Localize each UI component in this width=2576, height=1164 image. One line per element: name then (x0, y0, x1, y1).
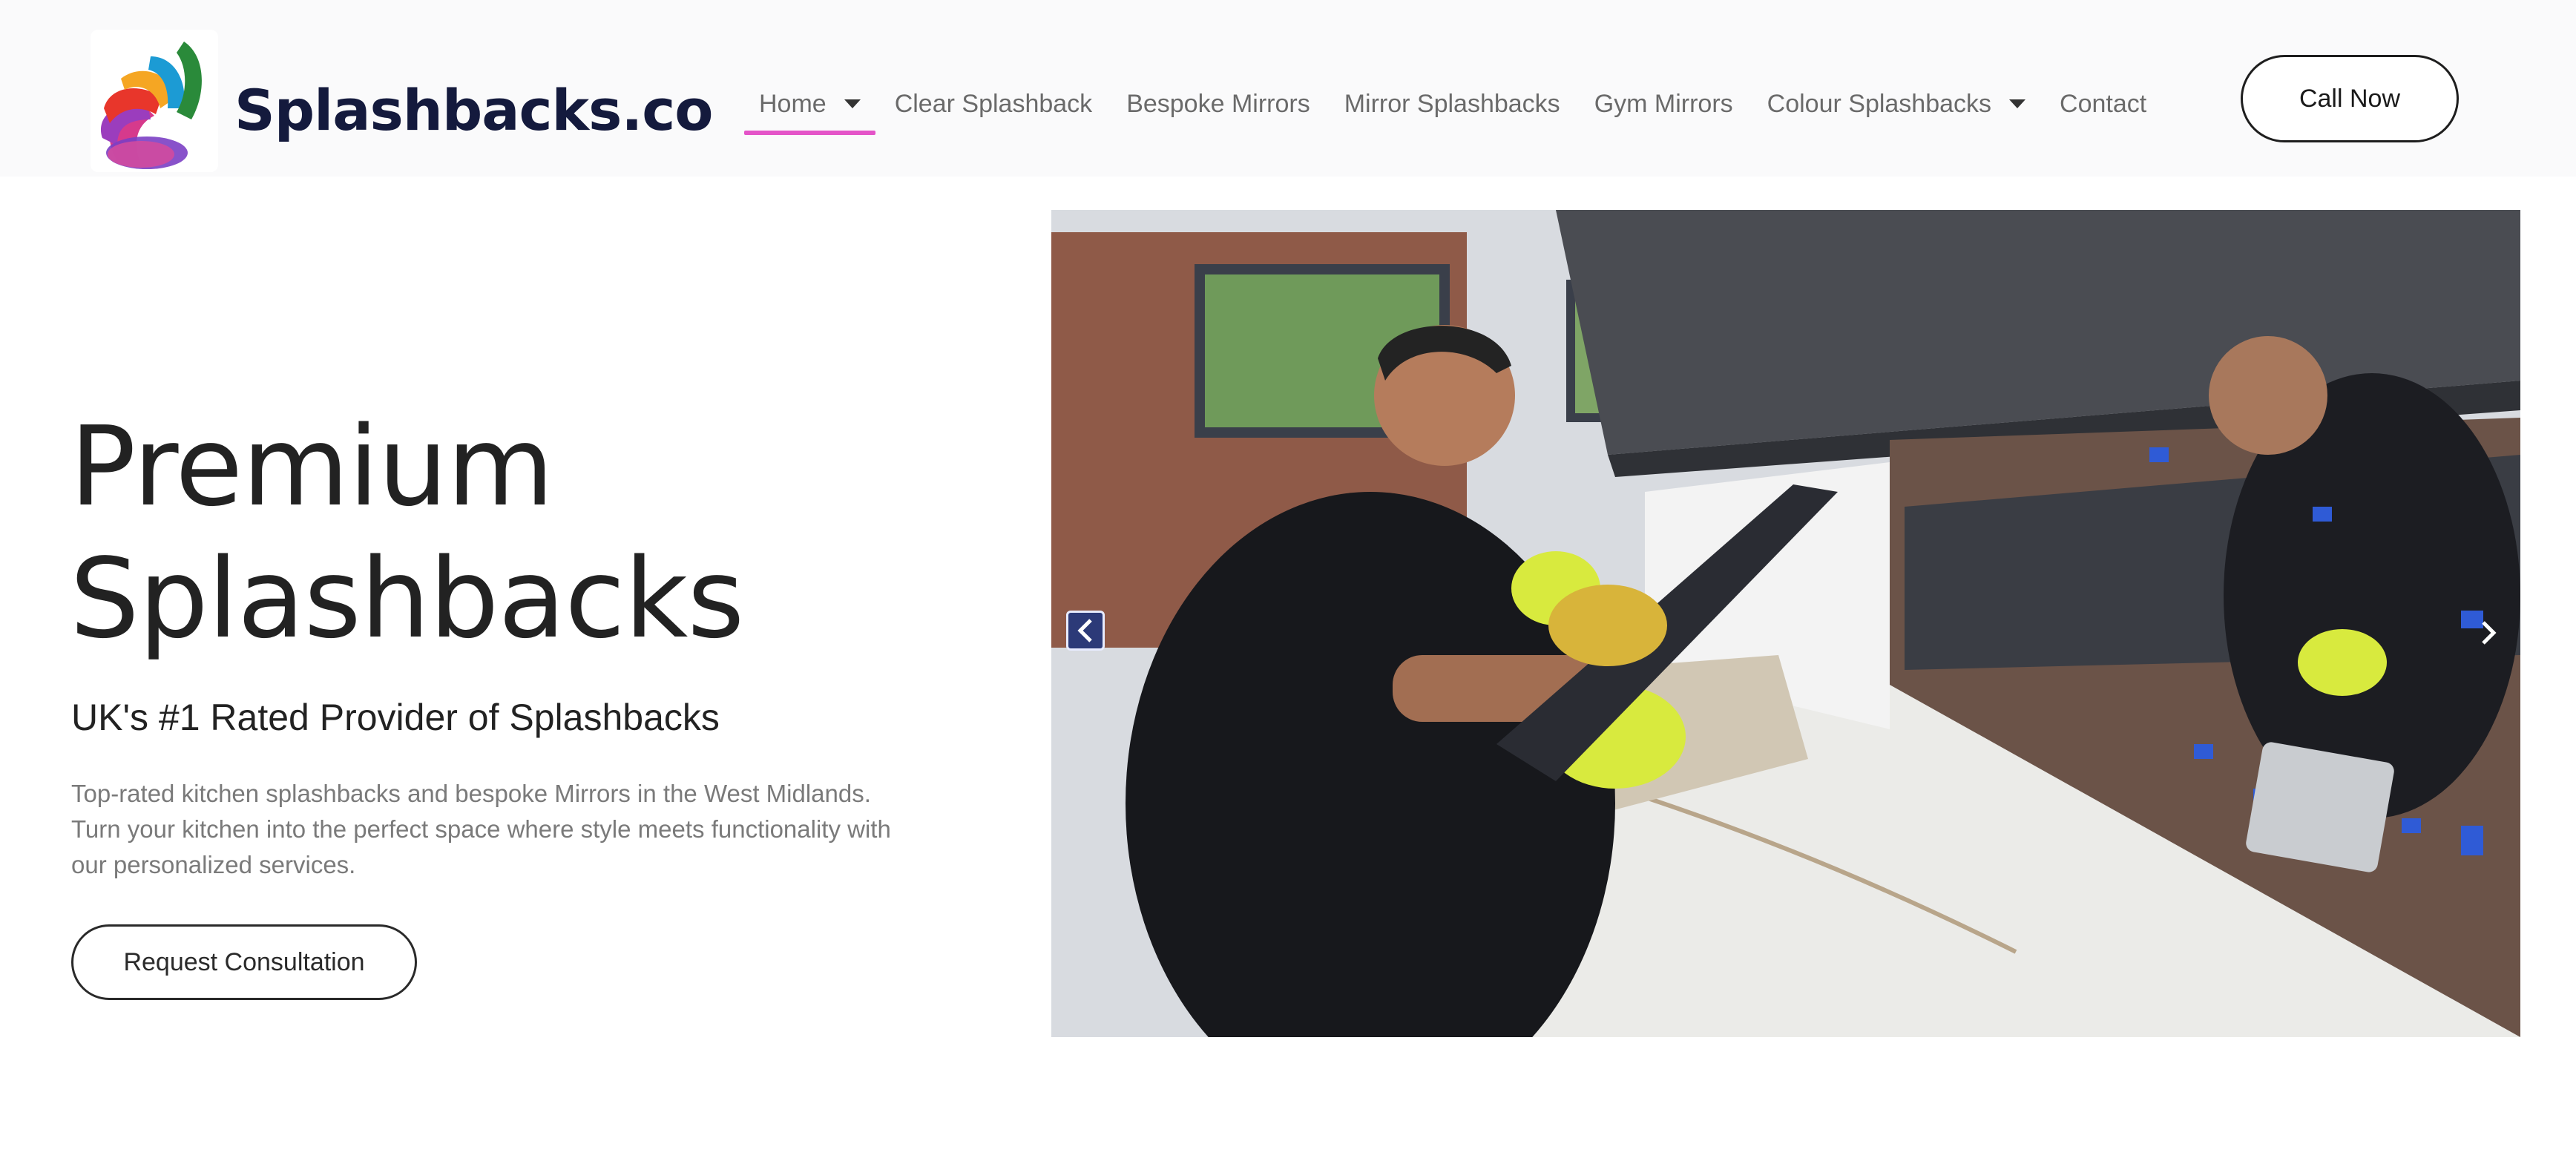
nav-item-mirror-splashbacks[interactable]: Mirror Splashbacks (1344, 74, 1560, 134)
nav-item-label: Gym Mirrors (1594, 89, 1733, 118)
nav-item-gym-mirrors[interactable]: Gym Mirrors (1594, 74, 1733, 134)
hero-title-line-2: Splashbacks (70, 535, 744, 662)
nav-item-label: Contact (2060, 89, 2147, 118)
site-header: Splashbacks.co Home Clear Splashback Bes… (0, 0, 2576, 177)
main-nav: Home Clear Splashback Bespoke Mirrors Mi… (744, 74, 2181, 135)
nav-item-home[interactable]: Home (744, 74, 875, 135)
chevron-left-icon (1077, 619, 1092, 642)
chevron-down-icon (2009, 99, 2026, 108)
chevron-right-icon (2482, 621, 2497, 645)
hero-title: Premium Splashbacks (70, 401, 744, 665)
nav-item-label: Clear Splashback (894, 89, 1093, 118)
brand-logo[interactable]: Splashbacks.co (88, 27, 713, 175)
slide-photo-installer (1051, 210, 2520, 1037)
nav-item-bespoke-mirrors[interactable]: Bespoke Mirrors (1126, 74, 1310, 134)
slider-next-button[interactable] (2470, 611, 2507, 655)
nav-item-label: Home (759, 89, 827, 118)
request-consultation-button[interactable]: Request Consultation (71, 924, 417, 1000)
nav-item-clear-splashback[interactable]: Clear Splashback (895, 74, 1092, 134)
hero-subtitle: UK's #1 Rated Provider of Splashbacks (71, 697, 720, 738)
nav-item-label: Mirror Splashbacks (1344, 89, 1560, 118)
hero-title-line-1: Premium (70, 403, 554, 530)
nav-item-label: Bespoke Mirrors (1126, 89, 1310, 118)
chevron-down-icon (844, 99, 861, 108)
call-now-button[interactable]: Call Now (2241, 55, 2459, 142)
hero-description: Top-rated kitchen splashbacks and bespok… (71, 780, 891, 878)
nav-item-colour-splashbacks[interactable]: Colour Splashbacks (1767, 74, 2026, 134)
slider-prev-button[interactable] (1066, 611, 1105, 651)
hero-image-slider[interactable] (1051, 210, 2520, 1037)
brand-name: Splashbacks.co (234, 76, 713, 143)
logo-fan-icon (88, 27, 221, 175)
nav-item-label: Colour Splashbacks (1767, 89, 1992, 118)
nav-item-contact[interactable]: Contact (2060, 74, 2146, 134)
